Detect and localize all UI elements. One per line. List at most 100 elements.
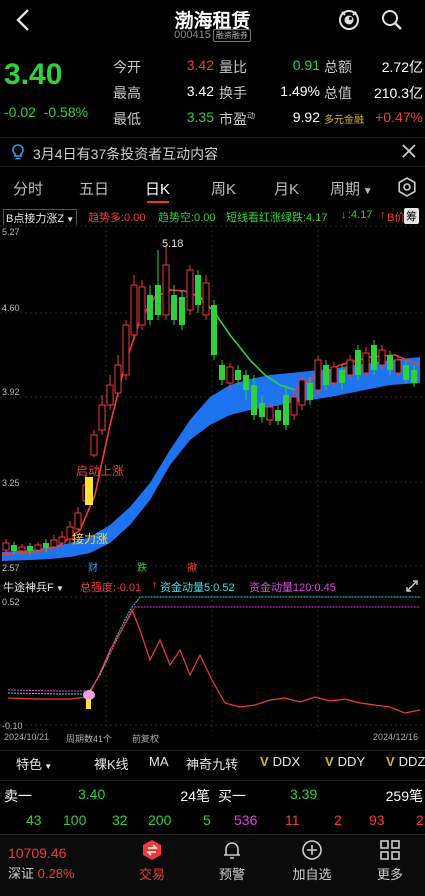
sell-volume: 200	[148, 812, 172, 828]
open-label: 今开	[113, 59, 141, 75]
search-icon[interactable]	[380, 8, 404, 32]
sub-indicator-value: 资金动量5:0.52	[160, 582, 235, 594]
indicator-value: 趋势空:0.00	[158, 212, 216, 224]
candle-body	[58, 536, 66, 544]
adjust-mode[interactable]: 前复权	[132, 732, 159, 745]
tab-daily-k[interactable]: 日K	[145, 178, 170, 199]
tab-intraday[interactable]: 分时	[13, 178, 43, 199]
candle-body	[138, 286, 146, 326]
down-arrow-icon: ↓	[341, 209, 347, 221]
momentum-120-line	[7, 606, 420, 692]
max-price-label: 5.18	[162, 238, 183, 250]
start-date: 2024/10/21	[4, 732, 50, 742]
kline-chart[interactable]: 5.27 4.60 3.92 3.25 2.57 5.18 启动上涨 接力涨 财…	[0, 225, 425, 577]
ma-button[interactable]: MA	[149, 754, 169, 769]
caret-down-icon: ▼	[42, 762, 53, 771]
signal-relay-rise: 接力涨	[72, 531, 108, 546]
sell-one-price: 3.40	[78, 786, 106, 802]
robot-assistant-icon[interactable]	[336, 6, 362, 32]
close-icon[interactable]	[401, 143, 417, 159]
notice-text[interactable]: 3月4日有37条投资者互动内容	[33, 144, 218, 164]
ddy-button[interactable]: V DDY	[325, 754, 365, 769]
drop-tag[interactable]: 跌	[137, 561, 147, 574]
caret-down-icon: ▼	[360, 186, 373, 197]
naked-k-button[interactable]: 裸K线	[94, 754, 129, 773]
sub-y-axis-top: 0.52	[2, 597, 20, 607]
sell-volume: 43	[26, 812, 42, 828]
candle-body	[362, 352, 370, 374]
pe-label: 市盈动	[219, 111, 255, 127]
nav-alert[interactable]: 预警	[197, 838, 267, 883]
chips-button[interactable]: 筹	[404, 208, 419, 224]
candle-body	[114, 364, 122, 394]
candle-body	[371, 345, 377, 370]
tab-period[interactable]: 周期 ▼	[330, 178, 373, 199]
buy-one-count: 259笔	[385, 788, 423, 804]
candle-body	[346, 359, 354, 376]
current-price: 3.40	[4, 58, 63, 91]
candle-body	[106, 384, 114, 406]
period-count: 周期数41个	[66, 734, 113, 744]
sub-indicator-selector[interactable]: 牛途神兵F ▼	[3, 579, 64, 595]
tab-weekly-k[interactable]: 周K	[211, 178, 236, 199]
index-ticker[interactable]: 10709.46 深证 0.28%	[8, 845, 108, 882]
sell-volume: 100	[63, 812, 87, 828]
settings-gear-icon[interactable]	[397, 177, 417, 197]
sell-volume: 5	[203, 812, 211, 828]
buy-volume: 2	[334, 812, 342, 828]
candle-body	[50, 539, 58, 548]
active-tab-indicator	[147, 201, 169, 203]
y-axis-label: 3.25	[2, 478, 20, 488]
candle-body	[290, 396, 298, 416]
finance-tag[interactable]: 财	[88, 561, 98, 574]
trend-band	[2, 357, 420, 561]
tab-monthly-k[interactable]: 月K	[274, 178, 299, 199]
bell-icon	[224, 842, 240, 859]
sector-value[interactable]: +0.47%	[368, 109, 423, 125]
candle-body	[339, 370, 345, 383]
change-value: -0.02	[4, 104, 36, 120]
nav-add-watchlist[interactable]: 加自选	[277, 838, 347, 883]
withdraw-tag[interactable]: 撤	[187, 561, 197, 574]
candle-body	[275, 410, 281, 421]
candle-body	[283, 395, 289, 425]
date-axis: 2024/10/21 周期数41个 前复权 2024/12/16	[0, 731, 425, 745]
buy-volume: 536	[234, 812, 258, 828]
nav-trade-label: 交易	[138, 867, 165, 882]
buy-volume: 11	[285, 812, 300, 828]
tab-five-day[interactable]: 五日	[79, 178, 109, 199]
index-name: 深证	[8, 866, 35, 881]
nav-more-label: 更多	[376, 867, 403, 882]
ddx-button[interactable]: V DDX	[260, 754, 300, 769]
nav-more[interactable]: 更多	[355, 838, 425, 883]
buy-volume: 2	[416, 812, 424, 828]
expand-icon[interactable]	[405, 579, 419, 593]
signal-start-rise: 启动上涨	[76, 463, 124, 478]
indicator-selector[interactable]: B点接力涨Z ▼	[3, 209, 78, 225]
y-axis-label: 5.27	[2, 227, 20, 237]
sub-indicator-chart[interactable]: 0.52 -0.10	[0, 595, 425, 731]
nav-alert-label: 预警	[218, 867, 245, 882]
candle-body	[314, 359, 322, 391]
nav-trade[interactable]: 交易	[117, 838, 187, 883]
open-value: 3.42	[186, 57, 214, 73]
magic-nine-button[interactable]: 神奇九转	[186, 754, 238, 773]
end-date: 2024/12/16	[373, 732, 419, 742]
high-label: 最高	[113, 85, 141, 101]
feature-dropdown[interactable]: 特色 ▼	[16, 754, 52, 773]
candle-body	[403, 365, 409, 380]
candle-body	[27, 546, 33, 551]
nav-add-watchlist-label: 加自选	[292, 867, 332, 882]
sector-label[interactable]: 多元金融	[324, 111, 364, 126]
stock-code-text: 000415	[174, 29, 211, 41]
candle-body	[171, 295, 177, 320]
ddz-button[interactable]: V DDZ	[386, 754, 425, 769]
buy-one-label: 买一	[218, 788, 246, 804]
ddz-label: DDZ	[398, 754, 425, 769]
vip-icon: V	[260, 754, 269, 769]
candle-body	[298, 379, 306, 406]
candle-body	[307, 383, 313, 400]
signal-bar	[86, 699, 91, 709]
ddy-label: DDY	[337, 754, 366, 769]
sell-one-label: 卖一	[4, 788, 32, 804]
